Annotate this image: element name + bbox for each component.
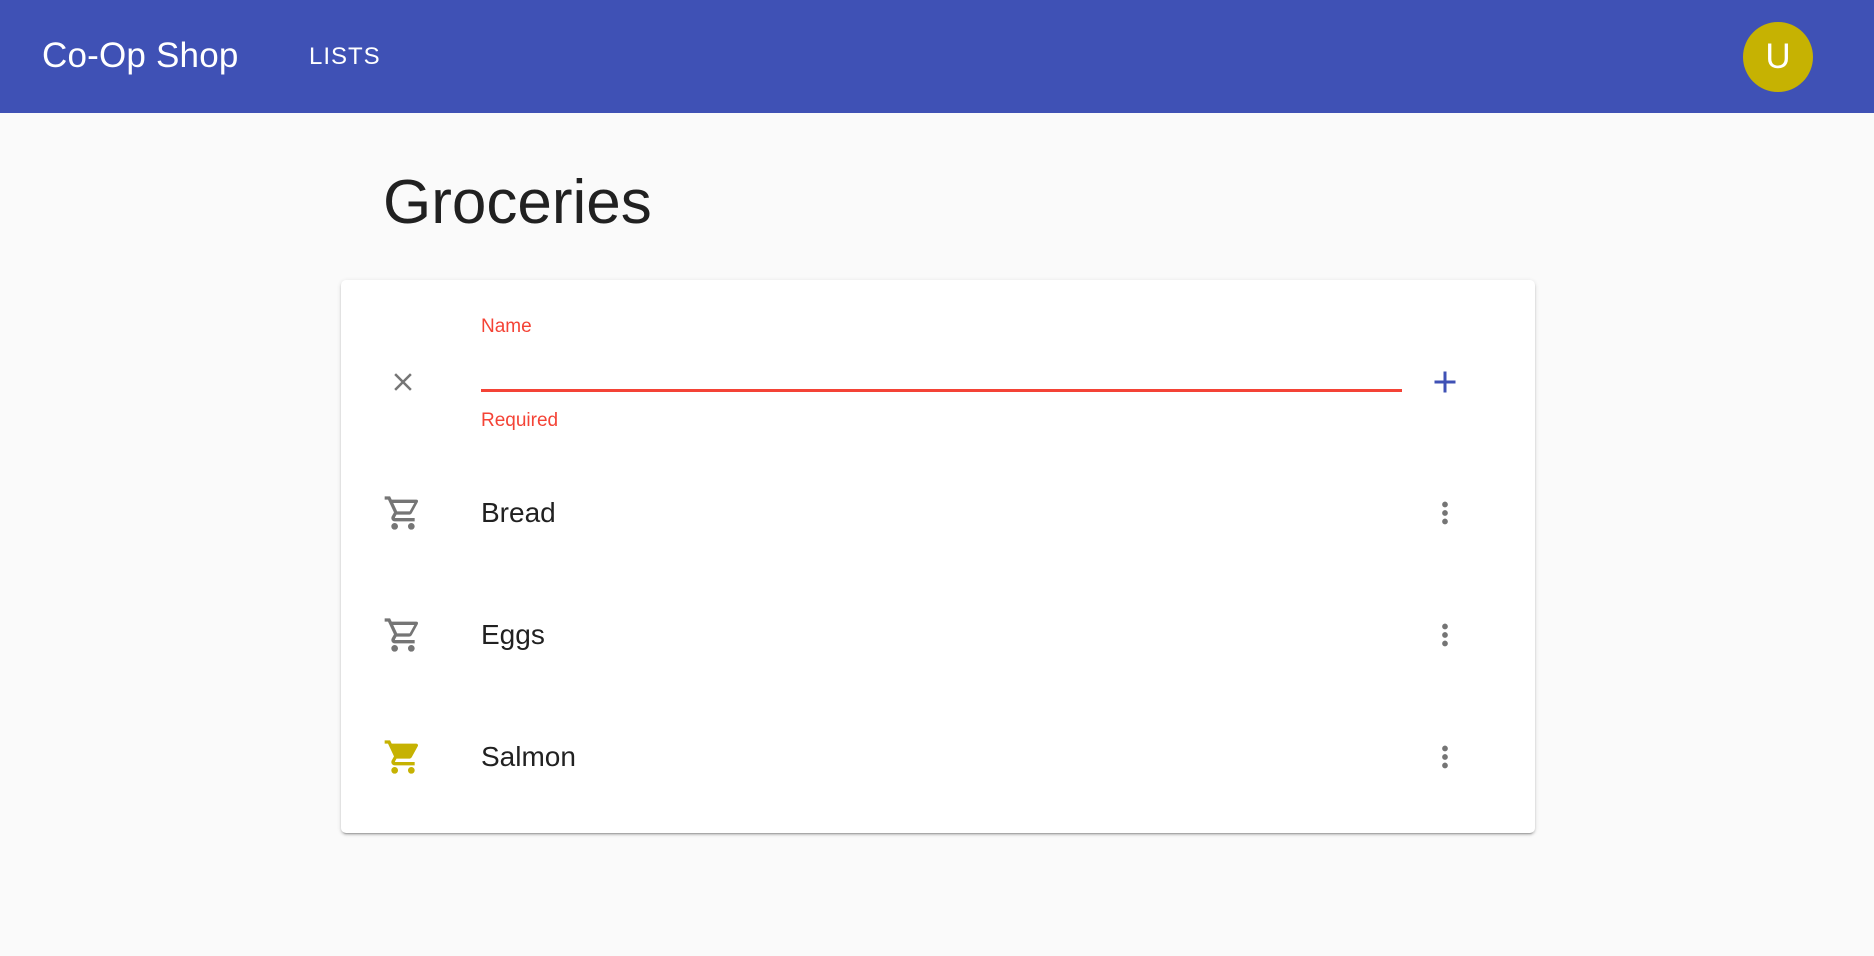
item-label: Salmon: [481, 741, 576, 772]
item-label: Bread: [481, 497, 556, 528]
cart-outline-icon: [384, 496, 418, 530]
page-title: Groceries: [383, 168, 652, 237]
close-icon: [394, 373, 412, 391]
cart-toggle-button[interactable]: [373, 727, 433, 787]
cart-toggle-button[interactable]: [373, 483, 433, 543]
list-item[interactable]: Bread: [341, 452, 1535, 574]
name-field-error: Required: [481, 410, 559, 431]
more-vert-icon: [1442, 501, 1448, 525]
nav-lists-link[interactable]: LISTS: [299, 37, 391, 77]
item-menu-button[interactable]: [1415, 483, 1475, 543]
add-item-button[interactable]: [1415, 352, 1475, 412]
app-bar: Co-Op Shop LISTS U: [0, 0, 1874, 113]
list-item[interactable]: Eggs: [341, 574, 1535, 696]
item-menu-button[interactable]: [1415, 605, 1475, 665]
grocery-list-card: Name Required Bread Eggs Salmon: [341, 280, 1535, 833]
item-menu-button[interactable]: [1415, 727, 1475, 787]
more-vert-icon: [1442, 745, 1448, 769]
cart-outline-icon: [384, 618, 418, 652]
name-input[interactable]: [481, 348, 1402, 392]
app-title: Co-Op Shop: [42, 36, 239, 75]
more-vert-icon: [1442, 623, 1448, 647]
list-item[interactable]: Salmon: [341, 696, 1535, 818]
name-field-label: Name: [481, 316, 532, 337]
cart-filled-icon: [384, 740, 419, 774]
cart-toggle-button[interactable]: [373, 605, 433, 665]
add-icon: [1434, 371, 1456, 393]
user-avatar[interactable]: U: [1743, 22, 1813, 92]
item-label: Eggs: [481, 619, 545, 650]
cancel-button[interactable]: [373, 352, 433, 412]
